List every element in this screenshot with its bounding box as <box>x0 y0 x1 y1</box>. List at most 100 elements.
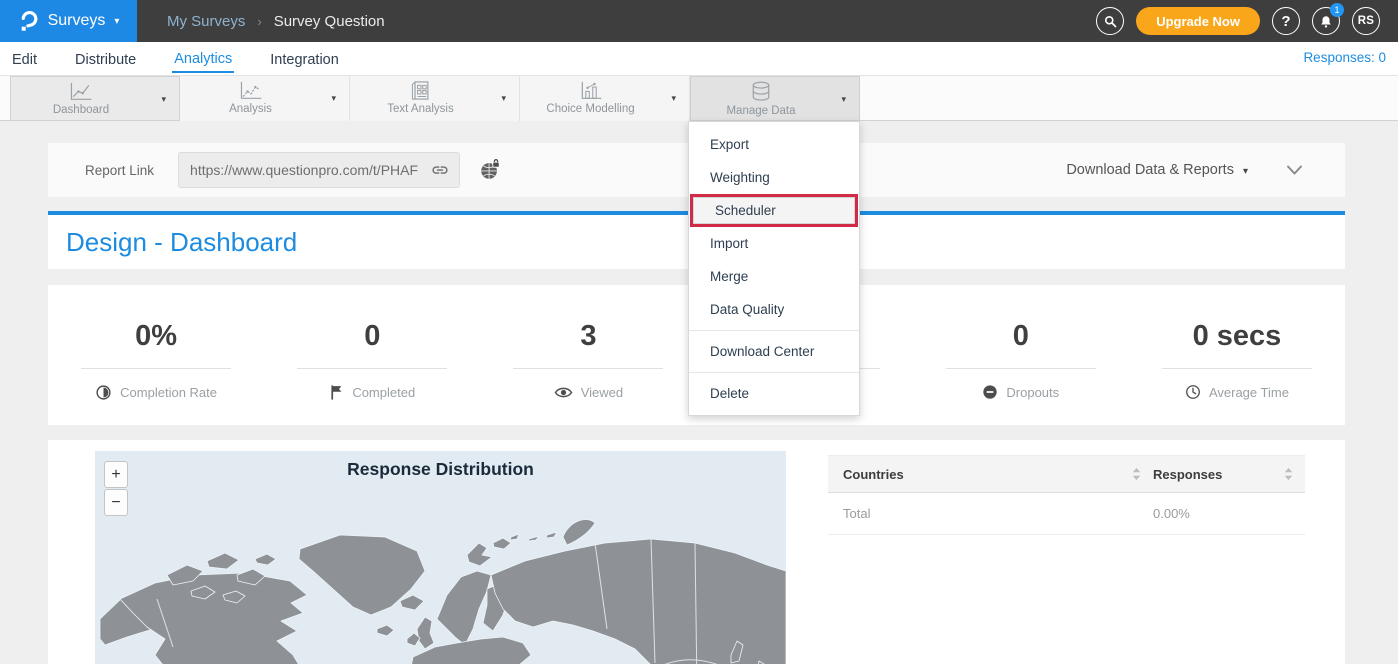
eye-icon <box>554 385 573 400</box>
page-title: Design - Dashboard <box>66 227 297 258</box>
choice-modelling-chart-icon <box>578 79 604 102</box>
help-button[interactable]: ? <box>1272 7 1300 35</box>
tab-dashboard[interactable]: Dashboard ▾ <box>10 76 180 121</box>
divider <box>513 368 663 369</box>
menu-item-delete[interactable]: Delete <box>689 377 859 410</box>
survey-nav: Edit Distribute Analytics Integration Re… <box>0 42 1398 75</box>
world-map-svg <box>95 479 786 664</box>
stat-dropouts: 0 Dropouts <box>913 285 1129 425</box>
chevron-down-icon[interactable]: ▾ <box>161 94 166 105</box>
breadcrumb-current: Survey Question <box>274 13 385 30</box>
menu-item-download-center[interactable]: Download Center <box>689 335 859 368</box>
map-title: Response Distribution <box>95 459 786 480</box>
database-icon <box>749 80 773 104</box>
map-zoom-out-button[interactable]: − <box>104 489 128 516</box>
top-bar: Surveys ▾ My Surveys › Survey Question U… <box>0 0 1398 42</box>
topbar-actions: Upgrade Now ? 1 RS <box>1096 7 1398 35</box>
chevron-down-icon: ▾ <box>114 16 119 27</box>
sort-icon[interactable] <box>1132 468 1141 480</box>
stat-completed: 0 Completed <box>264 285 480 425</box>
nav-item-integration[interactable]: Integration <box>268 46 341 72</box>
text-analysis-document-icon <box>409 79 433 102</box>
divider <box>81 368 231 369</box>
nav-item-analytics[interactable]: Analytics <box>172 45 234 73</box>
tab-text-analysis[interactable]: Text Analysis ▾ <box>350 76 520 121</box>
stat-label: Average Time <box>1209 385 1289 400</box>
question-mark-icon: ? <box>1281 13 1290 30</box>
breadcrumb-my-surveys[interactable]: My Surveys <box>167 13 245 30</box>
nav-item-distribute[interactable]: Distribute <box>73 46 138 72</box>
menu-item-scheduler[interactable]: Scheduler <box>693 197 855 224</box>
upgrade-now-button[interactable]: Upgrade Now <box>1136 7 1260 35</box>
chevron-down-icon[interactable]: ▾ <box>501 93 506 104</box>
avatar[interactable]: RS <box>1352 7 1380 35</box>
chevron-down-icon[interactable]: ▾ <box>841 94 846 105</box>
menu-item-weighting[interactable]: Weighting <box>689 161 859 194</box>
menu-item-merge[interactable]: Merge <box>689 260 859 293</box>
menu-item-export[interactable]: Export <box>689 128 859 161</box>
chevron-down-icon: ▾ <box>1243 166 1248 177</box>
clock-icon <box>1185 384 1201 400</box>
dashboard-chart-icon <box>68 80 94 103</box>
divider <box>946 368 1096 369</box>
menu-item-data-quality[interactable]: Data Quality <box>689 293 859 326</box>
column-header-countries[interactable]: Countries <box>843 467 904 482</box>
responses-total-cell: 0.00% <box>1153 506 1190 521</box>
stat-label: Completed <box>352 385 415 400</box>
tab-analysis[interactable]: Analysis ▾ <box>180 76 350 121</box>
chevron-down-icon[interactable]: ▾ <box>671 93 676 104</box>
notifications-button[interactable]: 1 <box>1312 7 1340 35</box>
tab-choice-modelling[interactable]: Choice Modelling ▾ <box>520 76 690 121</box>
stat-label: Dropouts <box>1006 385 1059 400</box>
analytics-toolbar: Dashboard ▾ Analysis ▾ Text Analysis ▾ C… <box>0 75 1398 121</box>
response-distribution-panel: Response Distribution + − <box>48 440 1345 664</box>
report-link-label: Report Link <box>85 163 154 178</box>
stat-value: 0 <box>264 322 480 351</box>
stat-label: Completion Rate <box>120 385 217 400</box>
search-button[interactable] <box>1096 7 1124 35</box>
collapse-chevron-icon[interactable] <box>1286 164 1303 176</box>
chevron-down-icon[interactable]: ▾ <box>331 93 336 104</box>
stat-value: 0 <box>913 322 1129 351</box>
report-url-value[interactable]: https://www.questionpro.com/t/PHAF <box>190 162 429 178</box>
total-cell: Total <box>843 506 870 521</box>
surveys-menu-button[interactable]: Surveys ▾ <box>0 0 137 42</box>
table-header-row: Countries Responses <box>828 455 1305 493</box>
avatar-initials: RS <box>1358 15 1375 27</box>
breadcrumb-separator: › <box>257 14 261 29</box>
breadcrumb: My Surveys › Survey Question <box>167 13 385 30</box>
analysis-chart-icon <box>238 79 264 102</box>
globe-lock-icon[interactable] <box>478 158 502 182</box>
menu-divider <box>689 372 859 373</box>
search-icon <box>1103 14 1118 29</box>
sort-icon[interactable] <box>1284 468 1293 480</box>
tab-analysis-label: Analysis <box>229 103 272 115</box>
divider <box>297 368 447 369</box>
download-data-reports-dropdown[interactable]: Download Data & Reports▾ <box>1066 162 1248 178</box>
bell-icon <box>1319 14 1333 29</box>
column-header-responses[interactable]: Responses <box>1153 467 1222 482</box>
minus-circle-icon <box>982 384 998 400</box>
stat-value: 3 <box>480 322 696 351</box>
world-map[interactable]: Response Distribution + − <box>95 451 786 664</box>
manage-data-menu: Export Weighting Scheduler Import Merge … <box>688 121 860 416</box>
map-zoom-in-button[interactable]: + <box>104 461 128 488</box>
stat-value: 0 secs <box>1129 322 1345 351</box>
tab-choice-modelling-label: Choice Modelling <box>546 103 634 115</box>
link-icon[interactable] <box>429 160 451 180</box>
report-url-field[interactable]: https://www.questionpro.com/t/PHAF <box>178 152 460 188</box>
completion-rate-icon <box>95 384 112 401</box>
menu-divider <box>689 330 859 331</box>
product-name: Surveys <box>48 12 106 30</box>
nav-item-edit[interactable]: Edit <box>10 46 39 72</box>
divider <box>1162 368 1312 369</box>
tab-manage-data[interactable]: Manage Data ▾ <box>690 76 860 121</box>
download-group: Download Data & Reports▾ <box>1066 162 1303 178</box>
flag-icon <box>329 384 344 401</box>
stat-label: Viewed <box>581 385 623 400</box>
stat-value: 0% <box>48 322 264 351</box>
stat-completion-rate: 0% Completion Rate <box>48 285 264 425</box>
table-row: Total 0.00% <box>828 493 1305 535</box>
tab-text-analysis-label: Text Analysis <box>387 103 453 115</box>
menu-item-import[interactable]: Import <box>689 227 859 260</box>
